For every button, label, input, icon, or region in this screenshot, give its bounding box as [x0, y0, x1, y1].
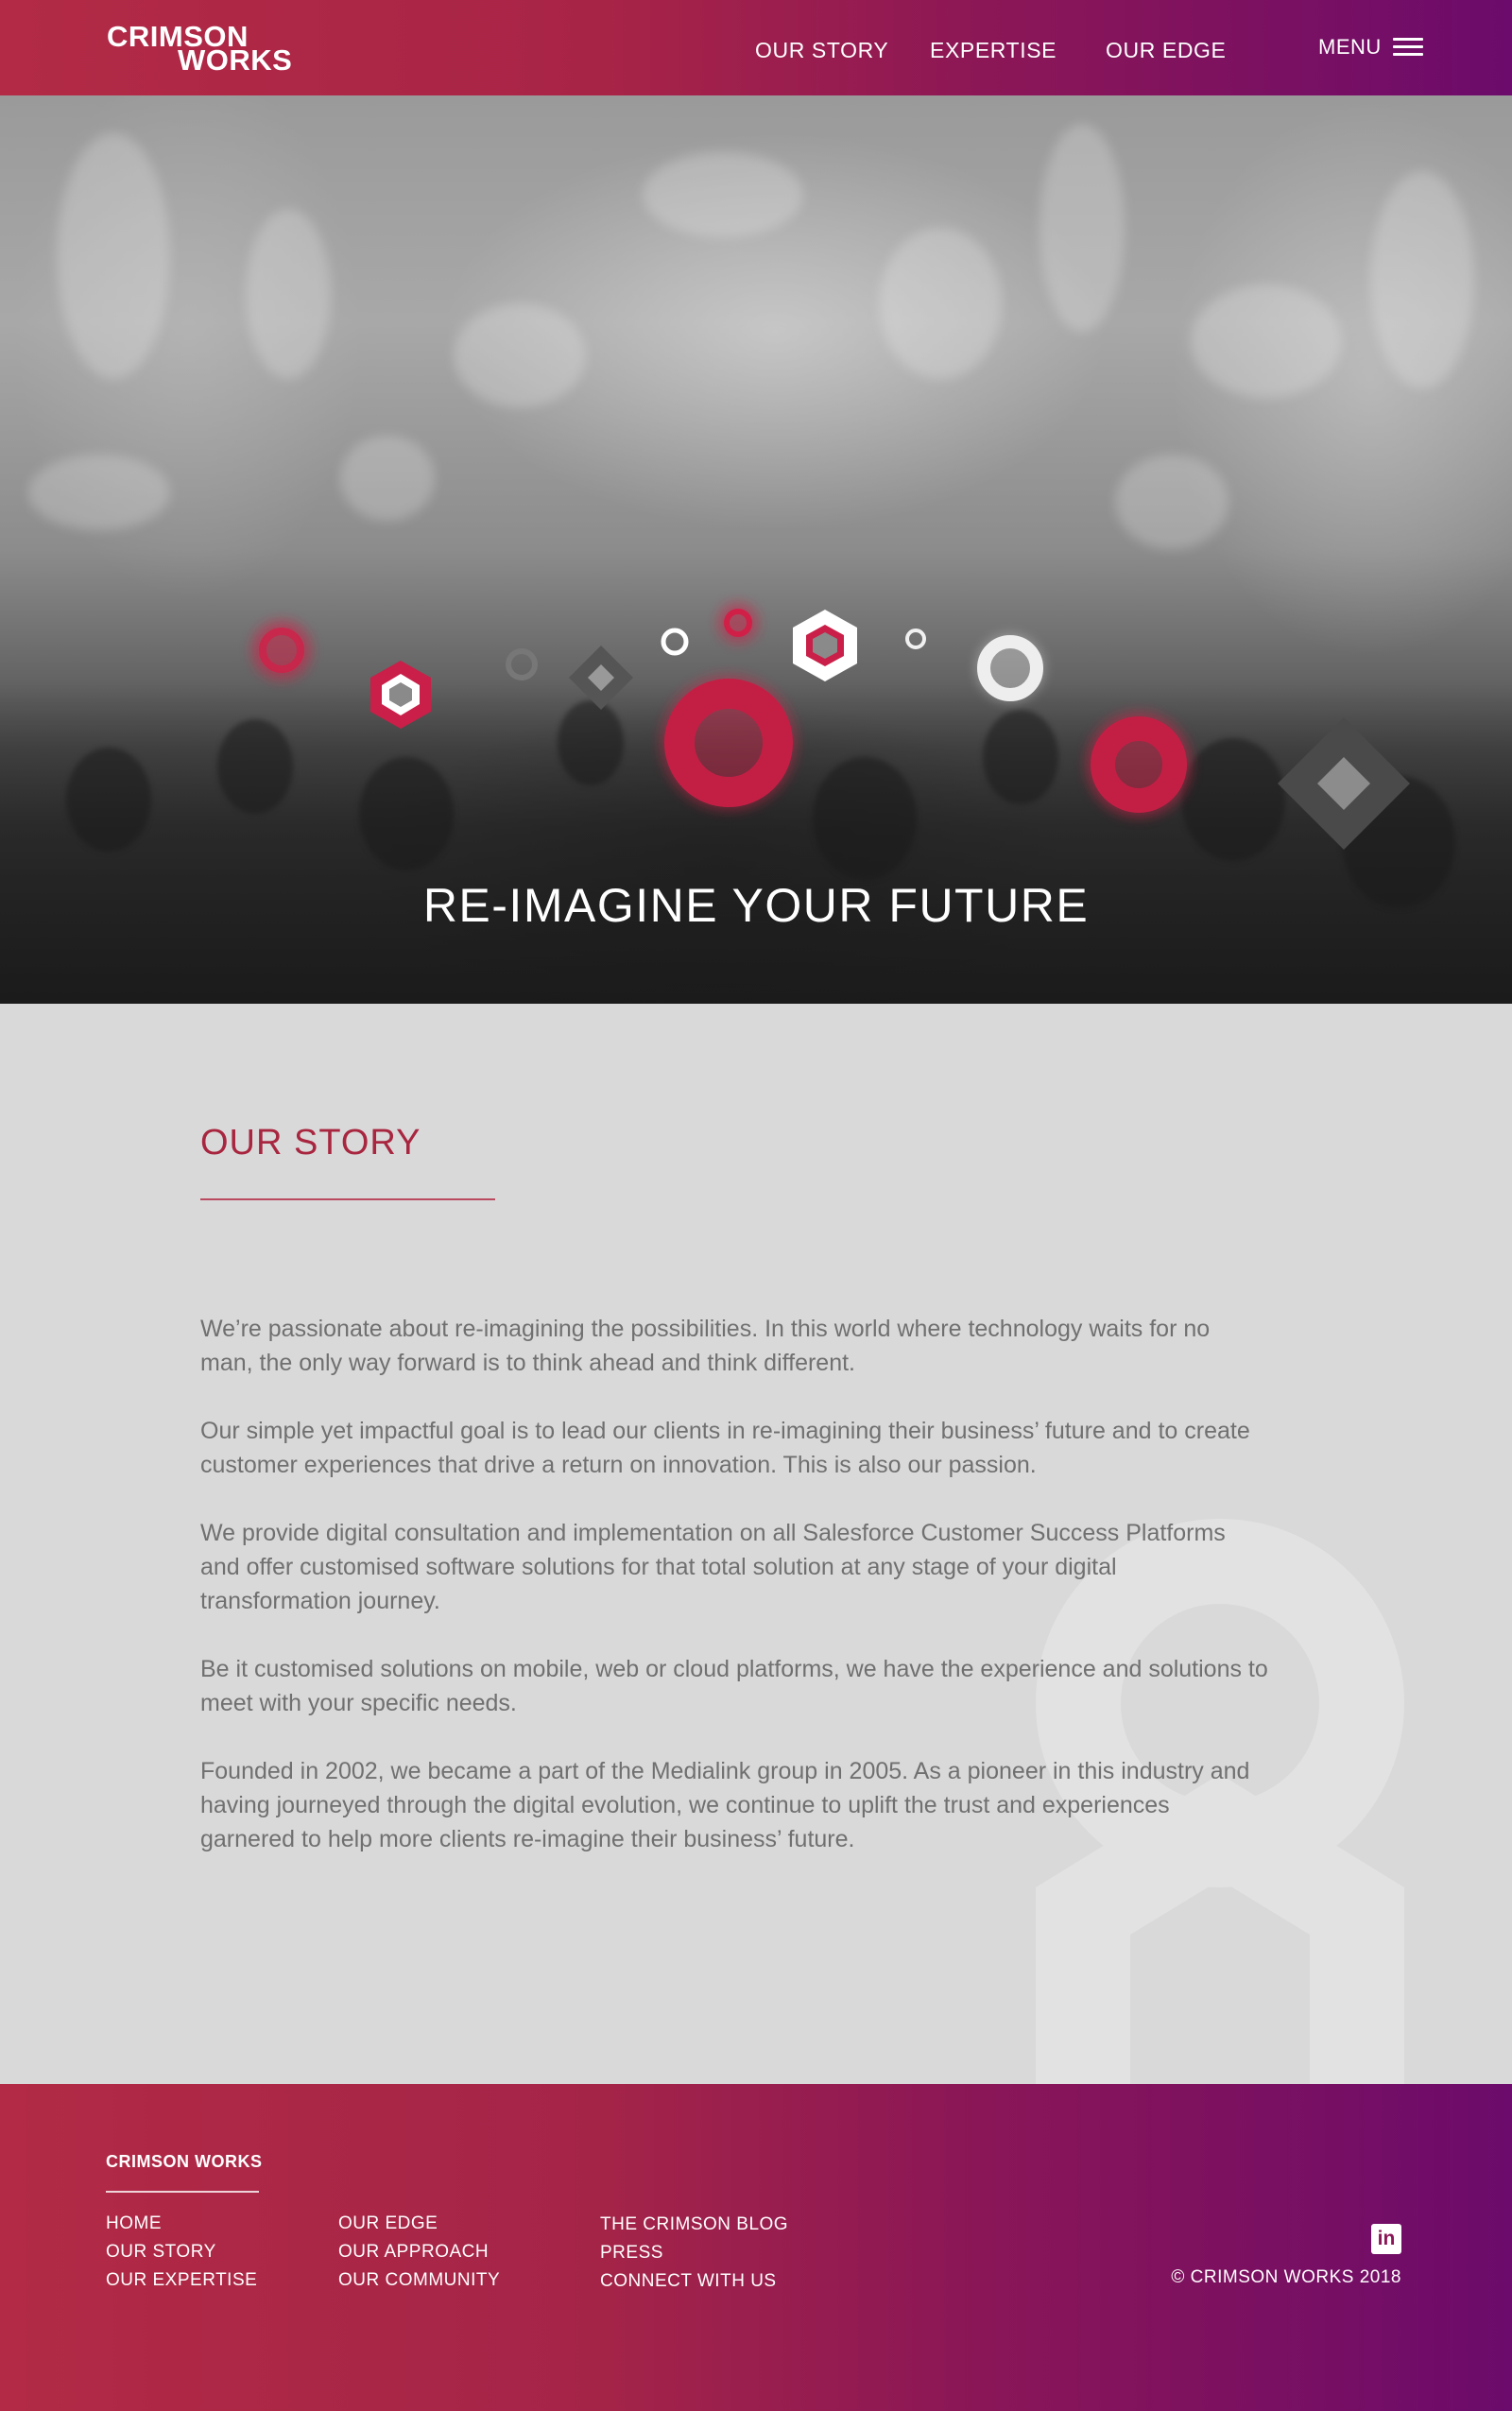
ring-shape [506, 648, 538, 680]
site-header: CRIMSON WORKS OUR STORY EXPERTISE OUR ED… [0, 0, 1512, 95]
linkedin-icon[interactable]: in [1371, 2224, 1401, 2254]
ring-shape [661, 628, 689, 656]
footer-link-our-community[interactable]: OUR COMMUNITY [338, 2266, 500, 2295]
footer-brand: CRIMSON WORKS [106, 2152, 263, 2171]
ring-shape [717, 602, 759, 644]
title-divider [200, 1198, 495, 1200]
site-footer: CRIMSON WORKS HOME OUR STORY OUR EXPERTI… [0, 2084, 1512, 2411]
menu-label: MENU [1318, 35, 1382, 59]
footer-link-our-approach[interactable]: OUR APPROACH [338, 2238, 500, 2266]
footer-column-2: OUR EDGE OUR APPROACH OUR COMMUNITY [338, 2210, 500, 2295]
footer-divider [106, 2191, 259, 2193]
nav-our-edge[interactable]: OUR EDGE [1106, 38, 1226, 63]
hero-title: RE-IMAGINE YOUR FUTURE [422, 879, 1090, 932]
ring-shape [905, 629, 926, 649]
nav-our-story[interactable]: OUR STORY [755, 38, 888, 63]
copyright-text: © CRIMSON WORKS 2018 [1171, 2267, 1401, 2287]
brand-logo[interactable]: CRIMSON WORKS [107, 22, 293, 77]
footer-column-3: THE CRIMSON BLOG PRESS CONNECT WITH US [600, 2211, 788, 2296]
story-paragraph: Founded in 2002, we became a part of the… [200, 1758, 1250, 1852]
hero-banner: RE-IMAGINE YOUR FUTURE [0, 95, 1512, 1004]
hero-decorative-shapes [251, 602, 1410, 850]
hamburger-icon [1392, 37, 1423, 58]
menu-button[interactable]: MENU [1318, 35, 1423, 60]
story-paragraph: Be it customised solutions on mobile, we… [200, 1656, 1268, 1716]
footer-link-home[interactable]: HOME [106, 2210, 257, 2238]
footer-link-press[interactable]: PRESS [600, 2239, 788, 2267]
story-paragraph: We provide digital consultation and impl… [200, 1520, 1226, 1614]
footer-link-connect[interactable]: CONNECT WITH US [600, 2267, 788, 2296]
story-paragraph: We’re passionate about re-imagining the … [200, 1316, 1211, 1376]
footer-link-our-edge[interactable]: OUR EDGE [338, 2210, 500, 2238]
section-title: OUR STORY [200, 1123, 421, 1162]
footer-link-blog[interactable]: THE CRIMSON BLOG [600, 2211, 788, 2239]
nav-expertise[interactable]: EXPERTISE [930, 38, 1057, 63]
footer-link-our-story[interactable]: OUR STORY [106, 2238, 257, 2266]
brand-logo-line2: WORKS [178, 43, 293, 77]
footer-column-1: HOME OUR STORY OUR EXPERTISE [106, 2210, 257, 2295]
footer-link-our-expertise[interactable]: OUR EXPERTISE [106, 2266, 257, 2295]
story-body: We’re passionate about re-imagining the … [200, 1312, 1268, 1890]
our-story-section: OUR STORY We’re passionate about re-imag… [0, 1004, 1512, 2084]
story-paragraph: Our simple yet impactful goal is to lead… [200, 1418, 1250, 1478]
